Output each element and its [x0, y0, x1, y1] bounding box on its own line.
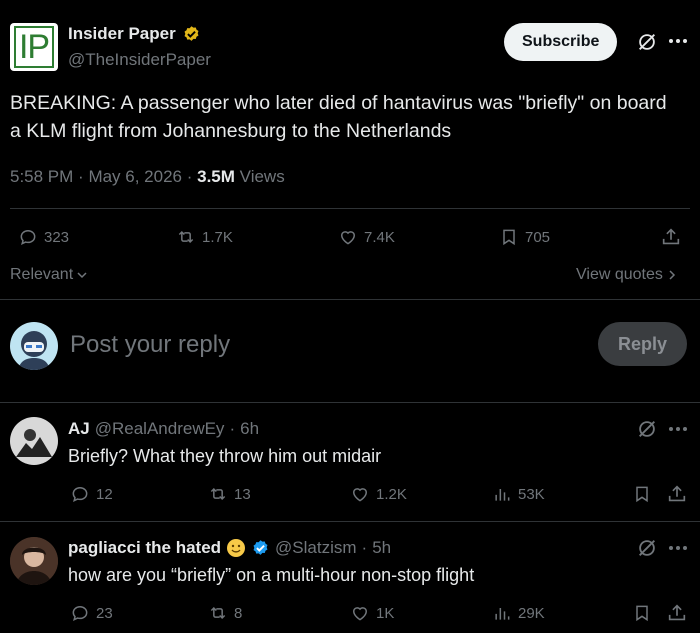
views-icon [495, 489, 510, 501]
like-stat[interactable]: 1K [350, 603, 394, 623]
divider [0, 521, 700, 522]
post-meta: 5:58 PM · May 6, 2026 · 3.5M Views [10, 167, 285, 186]
chevron-right-icon [669, 270, 675, 280]
reply-time[interactable]: 5h [372, 538, 391, 558]
share-icon[interactable] [660, 226, 682, 248]
reply-time[interactable]: 6h [240, 419, 259, 439]
repost-stat[interactable]: 1.7K [176, 227, 233, 247]
views-stat[interactable]: 29K [492, 603, 545, 623]
reply-count: 23 [96, 604, 113, 622]
user-avatar[interactable] [10, 322, 58, 370]
more-options-icon[interactable] [668, 545, 688, 551]
grok-icon[interactable] [636, 31, 658, 53]
repost-stat[interactable]: 13 [208, 484, 251, 504]
repost-count: 1.7K [202, 228, 233, 246]
bookmark-icon[interactable] [632, 603, 652, 623]
verified-gold-icon [182, 25, 201, 44]
reply-stat[interactable]: 12 [70, 484, 113, 504]
repost-icon [210, 487, 226, 501]
reply-text: how are you “briefly” on a multi-hour no… [68, 565, 475, 585]
sort-label: Relevant [10, 266, 74, 283]
grok-icon[interactable] [636, 418, 658, 440]
author-handle[interactable]: @TheInsiderPaper [68, 50, 211, 70]
heart-icon [352, 607, 368, 621]
repost-icon [178, 230, 194, 244]
views-count: 29K [518, 604, 545, 622]
more-options-icon[interactable] [668, 426, 688, 432]
repost-icon [210, 606, 226, 620]
post-text: BREAKING: A passenger who later died of … [10, 92, 667, 142]
divider [0, 299, 700, 300]
share-icon[interactable] [666, 602, 688, 624]
repost-stat[interactable]: 8 [208, 603, 242, 623]
reply-placeholder: Post your reply [70, 331, 231, 358]
like-stat[interactable]: 1.2K [350, 484, 407, 504]
divider [0, 402, 700, 403]
like-count: 1.2K [376, 485, 407, 503]
reply-count: 323 [44, 228, 70, 246]
bookmark-count: 705 [525, 228, 551, 246]
post-time[interactable]: 5:58 PM [10, 167, 73, 186]
reply-stat[interactable]: 323 [18, 227, 69, 247]
views-count: 53K [518, 485, 545, 503]
views-stat[interactable]: 53K [492, 484, 545, 504]
bookmark-icon[interactable] [632, 484, 652, 504]
sort-dropdown[interactable]: Relevant [10, 266, 88, 284]
chevron-down-icon [77, 272, 87, 279]
subscribe-button[interactable]: Subscribe [504, 23, 618, 61]
more-options-icon[interactable] [668, 38, 688, 44]
smile-emoji-icon [226, 538, 246, 558]
reply-icon [72, 486, 88, 503]
repost-count: 13 [234, 485, 251, 503]
reply-author-name[interactable]: AJ [68, 419, 90, 439]
grok-icon[interactable] [636, 537, 658, 559]
reply-input[interactable]: Post your reply [70, 331, 230, 359]
reply-button[interactable]: Reply [598, 322, 688, 366]
verified-blue-icon [251, 539, 270, 558]
view-quotes-label: View quotes [576, 266, 663, 283]
bookmark-icon [503, 229, 515, 246]
reply-icon [20, 229, 36, 246]
like-count: 7.4K [364, 228, 395, 246]
repost-count: 8 [234, 604, 243, 622]
like-stat[interactable]: 7.4K [338, 227, 395, 247]
reply-author-handle[interactable]: @RealAndrewEy [95, 419, 225, 439]
logo-text: IP [13, 26, 55, 68]
bookmark-stat[interactable]: 705 [499, 227, 550, 247]
like-count: 1K [376, 604, 395, 622]
views-icon [495, 608, 510, 620]
heart-icon [352, 488, 368, 502]
reply-count: 12 [96, 485, 113, 503]
divider [10, 208, 690, 209]
views-label: Views [239, 167, 285, 186]
reply-icon [72, 605, 88, 622]
heart-icon [340, 231, 356, 245]
reply-text: Briefly? What they throw him out midair [68, 446, 382, 466]
reply-stat[interactable]: 23 [70, 603, 113, 623]
reply-author-handle[interactable]: @Slatzism [275, 538, 357, 558]
post-date[interactable]: May 6, 2026 [88, 167, 182, 186]
reply-author-name[interactable]: pagliacci the hated [68, 538, 221, 558]
view-quotes-link[interactable]: View quotes [576, 266, 677, 284]
author-avatar[interactable]: IP [10, 23, 58, 71]
share-icon[interactable] [666, 483, 688, 505]
reply-avatar[interactable] [10, 417, 58, 465]
author-name[interactable]: Insider Paper [68, 24, 176, 44]
reply-avatar[interactable] [10, 537, 58, 585]
views-count: 3.5M [197, 167, 235, 186]
